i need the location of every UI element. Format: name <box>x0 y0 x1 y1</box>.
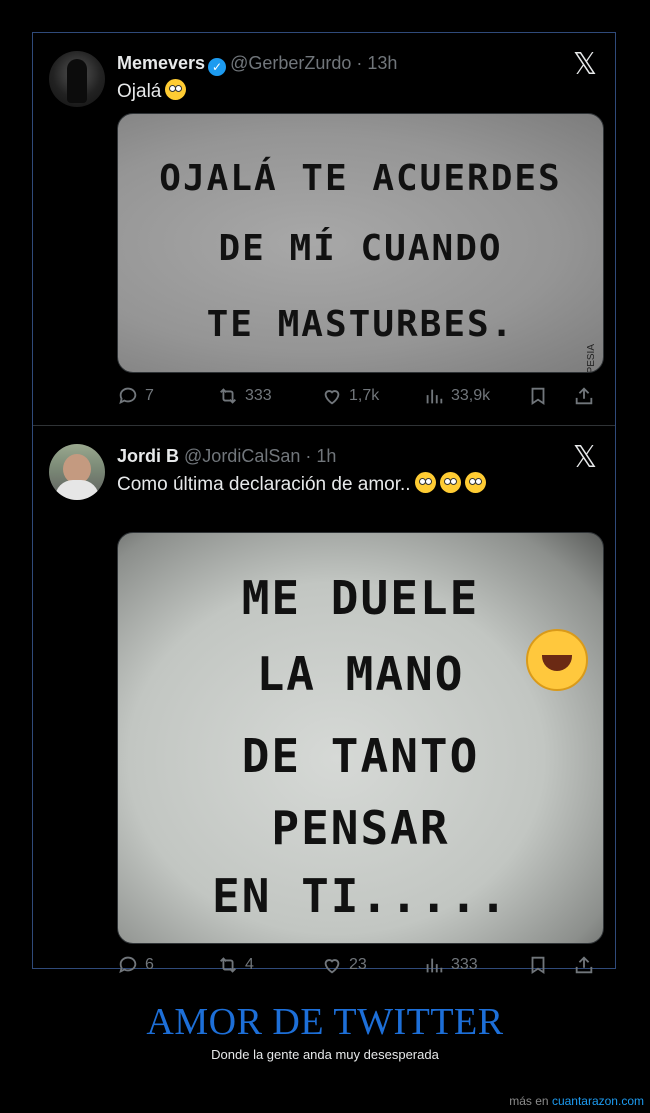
user-handle[interactable]: @GerberZurdo <box>230 53 351 73</box>
image-text-line: PENSAR <box>271 801 450 855</box>
site-credit[interactable]: más en cuantarazon.com <box>509 1094 644 1108</box>
repost-icon <box>220 388 236 404</box>
tweet-text-content: Como última declaración de amor.. <box>117 474 411 495</box>
tweet-text-content: Ojalá <box>117 81 162 102</box>
credit-site-link[interactable]: cuantarazon.com <box>552 1094 644 1108</box>
avatar[interactable] <box>49 444 105 500</box>
tweet-header: Memevers ✓ @GerberZurdo · 13h <box>117 53 605 77</box>
share-icon <box>575 956 593 974</box>
image-text-line: TE MASTURBES. <box>206 304 515 345</box>
share-icon <box>575 387 593 405</box>
display-name[interactable]: Jordi B <box>117 446 179 466</box>
hand-over-mouth-emoji-icon <box>439 472 461 493</box>
views-icon <box>426 389 443 404</box>
post-subtitle: Donde la gente anda muy desesperada <box>211 1047 439 1062</box>
display-name[interactable]: Memevers <box>117 53 205 73</box>
reply-button[interactable]: 6 <box>117 950 154 980</box>
views-count: 33,9k <box>451 387 491 404</box>
reply-icon <box>119 956 137 974</box>
verified-badge-icon: ✓ <box>208 58 227 76</box>
like-button[interactable]: 23 <box>321 950 367 980</box>
repost-icon <box>220 957 236 973</box>
reply-count: 7 <box>145 387 154 404</box>
tweet[interactable]: Memevers ✓ @GerberZurdo · 13h 𝕏 Ojalá OJAL… <box>33 33 615 425</box>
tweet-actions: 7 333 1,7k 33,9k <box>117 381 599 411</box>
flushed-face-emoji-icon <box>165 79 187 100</box>
rolling-laughing-emoji-icon <box>526 629 588 691</box>
tweet-text: Como última declaración de amor.. <box>117 472 486 496</box>
share-button[interactable] <box>573 381 601 411</box>
repost-button[interactable]: 4 <box>217 950 254 980</box>
like-count: 23 <box>349 956 367 973</box>
tweet-image[interactable]: ME DUELE LA MANO DE TANTO PENSAR EN TI..… <box>117 532 604 944</box>
bookmark-button[interactable] <box>527 381 555 411</box>
x-logo-icon: 𝕏 <box>572 440 598 475</box>
views-count: 333 <box>451 956 478 973</box>
like-icon <box>324 959 340 974</box>
post-title: AMOR DE TWITTER <box>146 1001 504 1043</box>
reply-icon <box>119 387 137 405</box>
tweet-header: Jordi B @JordiCalSan · 1h <box>117 446 605 470</box>
tweets-frame: Memevers ✓ @GerberZurdo · 13h 𝕏 Ojalá OJAL… <box>32 32 616 975</box>
avatar[interactable] <box>49 51 105 107</box>
image-text-line: ME DUELE <box>241 571 480 625</box>
tweet-actions: 6 4 23 333 <box>117 950 599 980</box>
views-icon <box>426 958 443 973</box>
tweet-time[interactable]: · 1h <box>305 446 336 466</box>
image-signature: ADEPESIA <box>586 344 597 373</box>
bookmark-icon <box>531 956 545 975</box>
tweet-text: Ojalá <box>117 79 187 103</box>
tweet[interactable]: Jordi B @JordiCalSan · 1h 𝕏 Como última … <box>33 425 615 975</box>
repost-count: 333 <box>245 387 272 404</box>
avatar-silhouette <box>67 59 87 103</box>
tweet-image[interactable]: OJALÁ TE ACUERDES DE MÍ CUANDO TE MASTUR… <box>117 113 604 373</box>
sweat-smile-emoji-icon <box>414 472 436 493</box>
credit-prefix: más en <box>509 1094 549 1108</box>
user-handle[interactable]: @JordiCalSan <box>184 446 300 466</box>
repost-button[interactable]: 333 <box>217 381 272 411</box>
share-button[interactable] <box>573 950 601 980</box>
bookmark-icon <box>531 387 545 406</box>
image-text-line: DE MÍ CUANDO <box>218 228 503 269</box>
image-text-line: DE TANTO <box>241 729 480 783</box>
views-button[interactable]: 333 <box>423 950 478 980</box>
avatar-shirt <box>55 480 99 500</box>
reply-count: 6 <box>145 956 154 973</box>
grimacing-face-emoji-icon <box>464 472 486 493</box>
image-text-line: OJALÁ TE ACUERDES <box>159 158 562 199</box>
image-text-line: EN TI..... <box>212 869 509 923</box>
like-count: 1,7k <box>349 387 380 404</box>
repost-count: 4 <box>245 956 254 973</box>
x-logo-icon: 𝕏 <box>572 47 598 82</box>
tweet-time[interactable]: · 13h <box>356 53 397 73</box>
bookmark-button[interactable] <box>527 950 555 980</box>
views-button[interactable]: 33,9k <box>423 381 490 411</box>
reply-button[interactable]: 7 <box>117 381 154 411</box>
like-button[interactable]: 1,7k <box>321 381 379 411</box>
like-icon <box>324 390 340 405</box>
